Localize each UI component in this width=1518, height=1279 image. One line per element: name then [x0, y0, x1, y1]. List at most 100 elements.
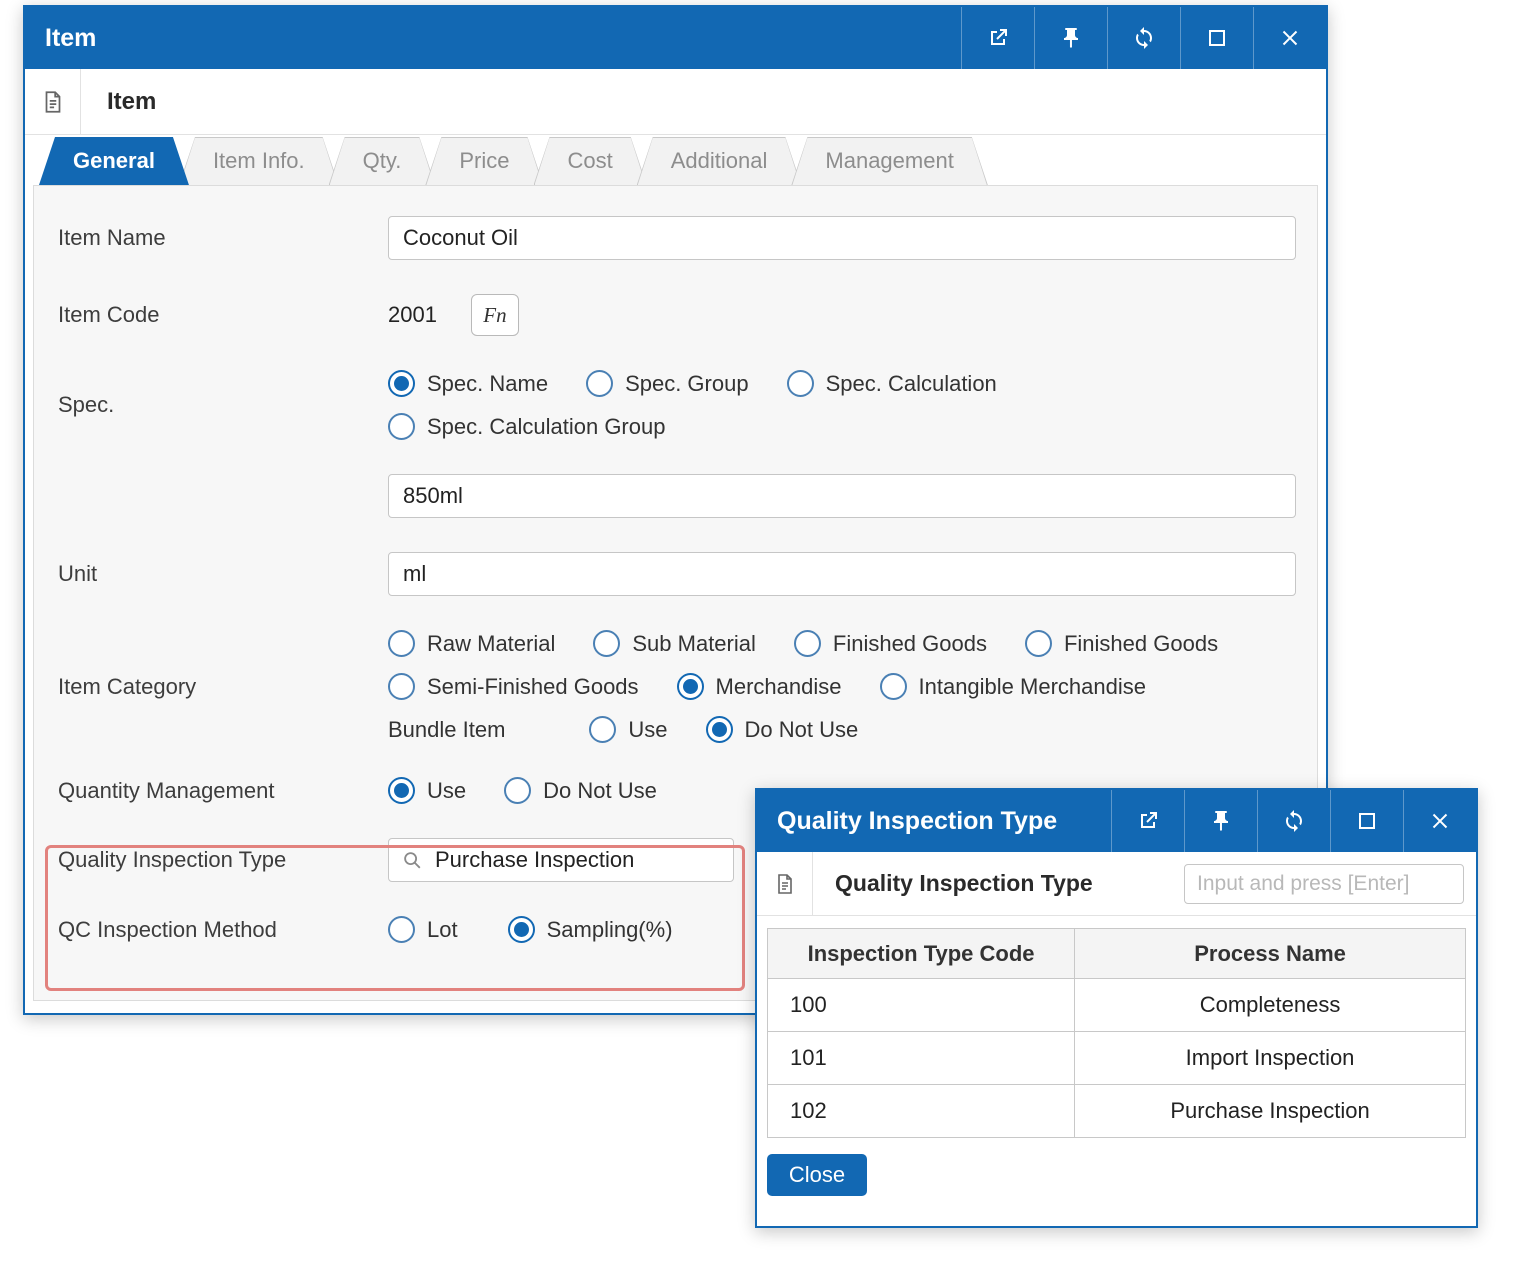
- unit-input[interactable]: [388, 552, 1296, 596]
- search-icon: [389, 849, 435, 871]
- fn-button[interactable]: Fn: [471, 294, 519, 336]
- close-button[interactable]: Close: [767, 1154, 867, 1196]
- radio-intangible-merchandise[interactable]: Intangible Merchandise: [880, 673, 1146, 700]
- tab-management[interactable]: Management: [791, 137, 987, 185]
- table-header-row: Inspection Type Code Process Name: [768, 929, 1466, 979]
- table-row: 100 Completeness: [768, 979, 1466, 1032]
- tab-label: Management: [825, 148, 953, 174]
- radio-label: Use: [628, 717, 667, 743]
- close-icon[interactable]: [1403, 790, 1476, 852]
- tab-bar: General Item Info. Qty. Price Cost Addit…: [25, 135, 1326, 185]
- spec-value-row: [58, 474, 1317, 518]
- inspection-type-code-cell: 102: [768, 1085, 1075, 1138]
- radio-raw-material[interactable]: Raw Material: [388, 630, 555, 657]
- document-icon: [25, 69, 81, 134]
- popup-footer: Close: [767, 1154, 1466, 1196]
- inspection-type-code-cell: 100: [768, 979, 1075, 1032]
- tab-price[interactable]: Price: [425, 137, 543, 185]
- radio-sub-material[interactable]: Sub Material: [593, 630, 756, 657]
- radio-spec-calculation-group[interactable]: Spec. Calculation Group: [388, 413, 665, 440]
- radio-icon: [593, 630, 620, 657]
- table-row: 102 Purchase Inspection: [768, 1085, 1466, 1138]
- popup-titlebar: Quality Inspection Type: [757, 790, 1476, 852]
- spec-row: Spec. Spec. Name Spec. Group Spec. Calcu…: [58, 370, 1317, 440]
- popup-window-title: Quality Inspection Type: [757, 807, 1111, 836]
- radio-qty-do-not-use[interactable]: Do Not Use: [504, 777, 657, 804]
- tab-label: Additional: [671, 148, 768, 174]
- tab-label: Price: [459, 148, 509, 174]
- titlebar-buttons: [961, 7, 1326, 69]
- tab-label: Qty.: [363, 148, 402, 174]
- popup-page-title: Quality Inspection Type: [813, 870, 1093, 897]
- radio-semi-finished-goods[interactable]: Semi-Finished Goods: [388, 673, 639, 700]
- process-name-link[interactable]: Completeness: [1075, 979, 1466, 1032]
- radio-icon: [508, 916, 535, 943]
- radio-lot[interactable]: Lot: [388, 916, 458, 943]
- radio-label: Raw Material: [427, 631, 555, 657]
- pin-icon[interactable]: [1034, 7, 1107, 69]
- tab-cost[interactable]: Cost: [534, 137, 647, 185]
- tab-general[interactable]: General: [39, 137, 189, 185]
- inspection-type-code-cell: 101: [768, 1032, 1075, 1085]
- radio-label: Sub Material: [632, 631, 756, 657]
- radio-label: Finished Goods: [833, 631, 987, 657]
- radio-label: Use: [427, 778, 466, 804]
- tab-label: Item Info.: [213, 148, 305, 174]
- popup-subheader: Quality Inspection Type: [757, 852, 1476, 916]
- header-process-name: Process Name: [1075, 929, 1466, 979]
- popup-search-input[interactable]: [1184, 864, 1464, 904]
- open-in-new-icon[interactable]: [961, 7, 1034, 69]
- radio-label: Lot: [427, 917, 458, 943]
- radio-sampling[interactable]: Sampling(%): [508, 916, 673, 943]
- tab-qty[interactable]: Qty.: [329, 137, 436, 185]
- item-name-label: Item Name: [58, 225, 388, 251]
- qc-inspection-method-label: QC Inspection Method: [58, 917, 388, 943]
- open-in-new-icon[interactable]: [1111, 790, 1184, 852]
- radio-spec-name[interactable]: Spec. Name: [388, 370, 548, 397]
- page-title: Item: [81, 88, 156, 116]
- radio-finished-goods-1[interactable]: Finished Goods: [794, 630, 987, 657]
- pin-icon[interactable]: [1184, 790, 1257, 852]
- process-name-link[interactable]: Import Inspection: [1075, 1032, 1466, 1085]
- quality-inspection-type-label: Quality Inspection Type: [58, 847, 388, 873]
- maximize-icon[interactable]: [1330, 790, 1403, 852]
- radio-label: Spec. Calculation Group: [427, 414, 665, 440]
- radio-spec-group[interactable]: Spec. Group: [586, 370, 749, 397]
- tab-label: General: [73, 148, 155, 174]
- item-name-input[interactable]: [388, 216, 1296, 260]
- spec-label: Spec.: [58, 392, 388, 418]
- radio-spec-calculation[interactable]: Spec. Calculation: [787, 370, 997, 397]
- item-code-row: Item Code 2001 Fn: [58, 294, 1317, 336]
- refresh-icon[interactable]: [1107, 7, 1180, 69]
- close-icon[interactable]: [1253, 7, 1326, 69]
- radio-icon: [1025, 630, 1052, 657]
- radio-icon: [787, 370, 814, 397]
- refresh-icon[interactable]: [1257, 790, 1330, 852]
- radio-qty-use[interactable]: Use: [388, 777, 466, 804]
- tab-additional[interactable]: Additional: [637, 137, 802, 185]
- tab-item-info[interactable]: Item Info.: [179, 137, 339, 185]
- quality-inspection-type-window: Quality Inspection Type Quality Inspecti…: [755, 788, 1478, 1228]
- spec-input[interactable]: [388, 474, 1296, 518]
- radio-merchandise[interactable]: Merchandise: [677, 673, 842, 700]
- radio-icon: [388, 370, 415, 397]
- radio-icon: [706, 716, 733, 743]
- radio-icon: [880, 673, 907, 700]
- quality-inspection-type-field[interactable]: Purchase Inspection: [388, 838, 734, 882]
- radio-icon: [388, 630, 415, 657]
- radio-icon: [388, 413, 415, 440]
- radio-icon: [677, 673, 704, 700]
- radio-label: Do Not Use: [543, 778, 657, 804]
- radio-bundle-use[interactable]: Use: [589, 716, 667, 743]
- item-category-label: Item Category: [58, 674, 388, 700]
- item-name-row: Item Name: [58, 216, 1317, 260]
- radio-icon: [586, 370, 613, 397]
- maximize-icon[interactable]: [1180, 7, 1253, 69]
- radio-icon: [388, 777, 415, 804]
- radio-finished-goods-2[interactable]: Finished Goods: [1025, 630, 1218, 657]
- process-name-link[interactable]: Purchase Inspection: [1075, 1085, 1466, 1138]
- unit-row: Unit: [58, 552, 1317, 596]
- radio-icon: [388, 673, 415, 700]
- radio-label: Merchandise: [716, 674, 842, 700]
- radio-bundle-do-not-use[interactable]: Do Not Use: [706, 716, 859, 743]
